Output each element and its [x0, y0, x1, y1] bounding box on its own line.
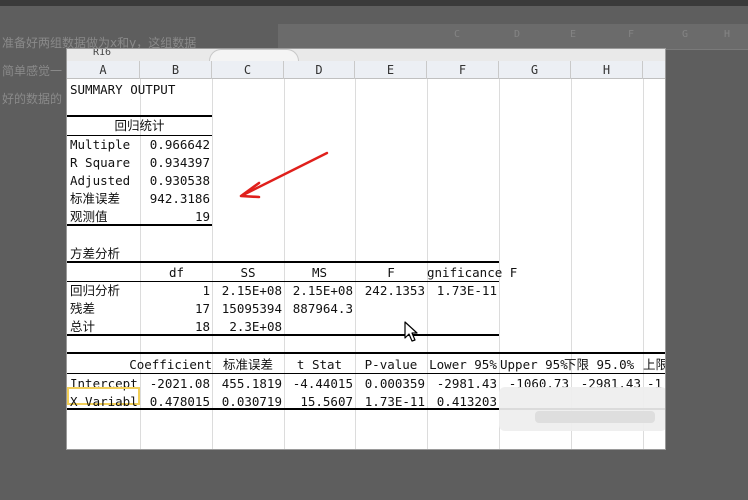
- coef-header-upper95: Upper 95%: [500, 357, 568, 372]
- coef-tstat: -4.44015: [292, 376, 353, 391]
- anova-df: 1: [202, 283, 210, 298]
- anova-row-label: 残差: [70, 301, 96, 316]
- column-header-b[interactable]: B: [140, 61, 212, 79]
- bg-col-label: F: [628, 29, 635, 40]
- coef-lower95: -2981.43: [436, 376, 497, 391]
- watermark-blur: [499, 387, 665, 431]
- coef-header-stderr: 标准误差: [222, 357, 273, 372]
- coef-stderr: 455.1819: [221, 376, 282, 391]
- bg-col-label: E: [570, 29, 577, 40]
- anova-df: 17: [194, 301, 210, 316]
- anova-header-f: F: [387, 265, 395, 280]
- column-header-c[interactable]: C: [212, 61, 284, 79]
- regression-stats-header: 回归统计: [114, 118, 165, 133]
- table-border: [67, 373, 665, 374]
- anova-df: 18: [194, 319, 210, 334]
- anova-ms: 887964.3: [292, 301, 353, 316]
- anova-f: 242.1353: [364, 283, 425, 298]
- red-arrow-annotation: [239, 151, 329, 199]
- spreadsheet-window: R16 A B C D E F G H SUMMARY OUTPUT 回归统计 …: [66, 48, 666, 450]
- background-text-line-2: 简单感觉一: [2, 64, 63, 78]
- window-title-strip: R16: [67, 49, 665, 61]
- stat-label: 观测值: [70, 209, 108, 224]
- anova-header-ss: SS: [240, 265, 256, 280]
- anova-row-label: 回归分析: [70, 283, 121, 298]
- anova-sig: 1.73E-11: [436, 283, 497, 298]
- stat-value: 942.3186: [149, 191, 210, 206]
- column-header-d[interactable]: D: [284, 61, 355, 79]
- column-header-row: A B C D E F G H: [67, 61, 665, 79]
- anova-ss: 15095394: [221, 301, 282, 316]
- stat-value: 0.966642: [149, 137, 210, 152]
- stat-value: 0.930538: [149, 173, 210, 188]
- background-text-line-3: 好的数据的: [2, 92, 63, 106]
- bg-col-label: H: [724, 29, 731, 40]
- coef-value: -2021.08: [149, 376, 210, 391]
- mouse-cursor-icon: [404, 321, 418, 342]
- anova-ss: 2.15E+08: [221, 283, 282, 298]
- summary-title: SUMMARY OUTPUT: [70, 82, 176, 97]
- column-header-h[interactable]: H: [571, 61, 643, 79]
- table-border: [67, 352, 665, 354]
- anova-header-ms: MS: [311, 265, 328, 280]
- watermark-blur: [535, 411, 655, 423]
- coef-header-tstat: t Stat: [296, 357, 343, 372]
- stat-label: Multiple: [70, 137, 131, 152]
- stat-label: Adjusted: [70, 173, 131, 188]
- background-sheet-header: C D E F G H: [278, 24, 748, 50]
- coef-header-lower950: 下限 95.0%: [564, 357, 635, 372]
- anova-row-label: 总计: [70, 319, 96, 334]
- anova-title: 方差分析: [70, 246, 121, 261]
- coef-header-coefficient: Coefficient: [129, 357, 212, 372]
- coef-pvalue: 0.000359: [364, 376, 425, 391]
- coef-header-upper950: 上限: [643, 357, 666, 372]
- bg-col-label: D: [514, 29, 521, 40]
- bg-col-label: C: [454, 29, 461, 40]
- formula-tab: [209, 49, 299, 61]
- bg-col-label: G: [682, 29, 689, 40]
- stat-value: 19: [194, 209, 210, 224]
- anova-ss: 2.3E+08: [229, 319, 282, 334]
- table-border: [67, 224, 212, 226]
- column-header-a[interactable]: A: [67, 61, 140, 79]
- coef-header-lower95: Lower 95%: [429, 357, 497, 372]
- stat-label: R Square: [70, 155, 131, 170]
- stat-value: 0.934397: [149, 155, 210, 170]
- anova-header-df: df: [168, 265, 184, 280]
- column-header-f[interactable]: F: [427, 61, 499, 79]
- anova-header-significance: gnificance F: [427, 265, 518, 280]
- stat-label: 标准误差: [70, 191, 121, 206]
- coef-header-pvalue: P-value: [364, 357, 418, 372]
- name-box[interactable]: R16: [93, 49, 111, 58]
- background-toolbar: [0, 0, 748, 6]
- table-border: [67, 334, 499, 336]
- table-border: [67, 261, 499, 263]
- anova-ms: 2.15E+08: [292, 283, 353, 298]
- column-header-e[interactable]: E: [355, 61, 427, 79]
- column-header-g[interactable]: G: [499, 61, 571, 79]
